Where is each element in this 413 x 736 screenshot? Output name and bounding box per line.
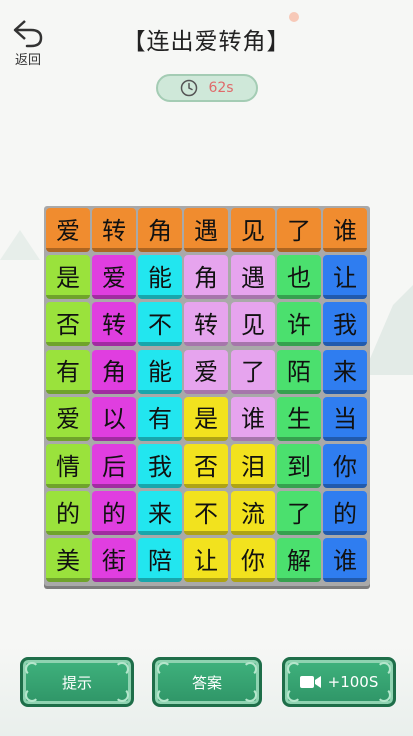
board-tile[interactable]: 见 xyxy=(231,208,275,252)
board-tile[interactable]: 角 xyxy=(184,255,228,300)
board-tile[interactable]: 爱 xyxy=(184,349,228,394)
board-tile[interactable]: 见 xyxy=(231,302,275,347)
board-tile[interactable]: 了 xyxy=(277,491,321,536)
board-tile[interactable]: 美 xyxy=(46,538,90,583)
board-tile[interactable]: 我 xyxy=(138,444,182,488)
board-tile[interactable]: 的 xyxy=(92,491,136,536)
board-tile[interactable]: 让 xyxy=(184,538,228,583)
board-tile[interactable]: 否 xyxy=(184,444,228,488)
hint-button[interactable]: 提示 xyxy=(20,657,134,707)
board-tile[interactable]: 能 xyxy=(138,349,182,394)
board-tile[interactable]: 后 xyxy=(92,444,136,488)
video-bonus-button[interactable]: +100S xyxy=(282,657,396,707)
board-tile[interactable]: 你 xyxy=(231,538,275,583)
board-tile[interactable]: 到 xyxy=(277,444,321,488)
board-tile[interactable]: 的 xyxy=(46,491,90,536)
board-tile[interactable]: 转 xyxy=(92,208,136,252)
board-tile[interactable]: 否 xyxy=(46,302,90,347)
board-tile[interactable]: 来 xyxy=(323,349,367,394)
board-tile[interactable]: 遇 xyxy=(184,208,228,252)
board-tile[interactable]: 谁 xyxy=(231,396,275,441)
board-tile[interactable]: 了 xyxy=(231,349,275,394)
board-tile[interactable]: 不 xyxy=(138,302,182,347)
board-tile[interactable]: 有 xyxy=(46,349,90,394)
board-tile[interactable]: 转 xyxy=(92,302,136,347)
board-tile[interactable]: 爱 xyxy=(46,396,90,441)
board-tile[interactable]: 许 xyxy=(277,302,321,347)
video-camera-icon xyxy=(299,676,321,688)
board-tile[interactable]: 让 xyxy=(323,255,367,300)
video-bonus-label: +100S xyxy=(327,673,379,691)
board-tile[interactable]: 是 xyxy=(184,396,228,441)
hint-label: 提示 xyxy=(61,673,92,692)
board-tile[interactable]: 爱 xyxy=(46,208,90,252)
clock-icon xyxy=(181,79,198,97)
board-tile[interactable]: 来 xyxy=(138,491,182,536)
board-tile[interactable]: 谁 xyxy=(323,208,367,252)
board-tile[interactable]: 角 xyxy=(92,349,136,394)
board-tile[interactable]: 不 xyxy=(184,491,228,536)
answer-label: 答案 xyxy=(191,673,222,692)
board-tile[interactable]: 遇 xyxy=(231,255,275,300)
board-tile[interactable]: 陌 xyxy=(277,349,321,394)
board-tile[interactable]: 爱 xyxy=(92,255,136,300)
board-tile[interactable]: 我 xyxy=(323,302,367,347)
timer-text: 62s xyxy=(208,80,234,96)
decorative-sun-dot xyxy=(289,12,299,22)
board-tile[interactable]: 能 xyxy=(138,255,182,300)
timer-badge: 62s xyxy=(156,74,258,102)
board-tile[interactable]: 转 xyxy=(184,302,228,347)
board-tile[interactable]: 是 xyxy=(46,255,90,300)
mountain-decoration-left xyxy=(0,230,40,260)
board-tile[interactable]: 流 xyxy=(231,491,275,536)
game-board: 爱转角遇见了谁是爱能角遇也让否转不转见许我有角能爱了陌来爱以有是谁生当情后我否泪… xyxy=(44,206,370,586)
board-tile[interactable]: 情 xyxy=(46,444,90,488)
board-tile[interactable]: 解 xyxy=(277,538,321,583)
board-tile[interactable]: 以 xyxy=(92,396,136,441)
board-tile[interactable]: 角 xyxy=(138,208,182,252)
board-tile[interactable]: 你 xyxy=(323,444,367,488)
board-tile[interactable]: 有 xyxy=(138,396,182,441)
answer-button[interactable]: 答案 xyxy=(152,657,262,707)
board-tile[interactable]: 谁 xyxy=(323,538,367,583)
board-tile[interactable]: 了 xyxy=(277,208,321,252)
mountain-decoration-right xyxy=(363,285,413,375)
board-tile[interactable]: 当 xyxy=(323,396,367,441)
board-tile[interactable]: 泪 xyxy=(231,444,275,488)
board-tile[interactable]: 也 xyxy=(277,255,321,300)
board-tile[interactable]: 的 xyxy=(323,491,367,536)
board-tile[interactable]: 生 xyxy=(277,396,321,441)
board-tile[interactable]: 街 xyxy=(92,538,136,583)
page-title: 【连出爱转角】 xyxy=(122,29,291,55)
board-tile[interactable]: 陪 xyxy=(138,538,182,583)
